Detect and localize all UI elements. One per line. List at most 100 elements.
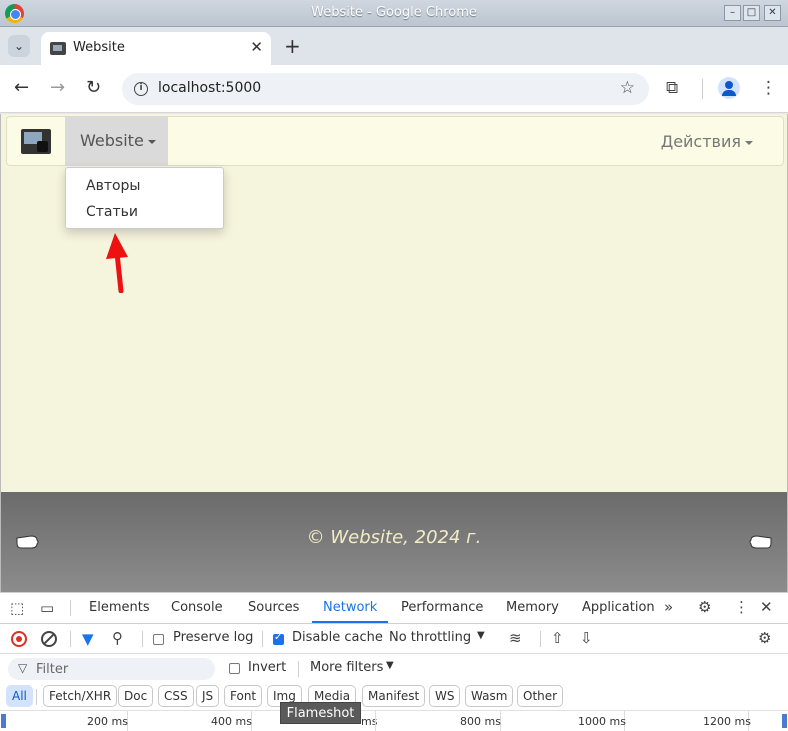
toolbar-separator	[298, 661, 299, 677]
export-har-icon[interactable]: ⇩	[580, 629, 593, 647]
record-stop-icon[interactable]	[11, 631, 27, 647]
menu-kebab-icon[interactable]: ⋮	[760, 78, 777, 98]
new-tab-button[interactable]: +	[284, 34, 301, 58]
disable-cache-checkbox[interactable]	[273, 632, 284, 645]
inspect-element-icon[interactable]: ⬚	[10, 599, 24, 617]
site-footer: © Website, 2024 г.	[1, 492, 787, 592]
pointing-hand-right-icon	[749, 535, 772, 549]
tick-label: 200 ms	[87, 715, 128, 728]
tab-network[interactable]: Network	[323, 600, 377, 615]
network-overview-timeline[interactable]: 200 ms 400 ms ms 800 ms 1000 ms 1200 ms …	[0, 702, 788, 731]
bookmark-star-icon[interactable]: ☆	[620, 78, 635, 98]
flameshot-overlay-label: Flameshot	[280, 702, 361, 724]
website-menu-label: Website	[80, 131, 144, 150]
tab-sources[interactable]: Sources	[248, 600, 299, 615]
browser-tab[interactable]: Website ✕	[41, 32, 271, 65]
browser-toolbar: ← → ↻ i localhost:5000 ☆ ⧉ ⋮	[0, 65, 788, 113]
type-filter-doc[interactable]: Doc	[118, 685, 154, 707]
tab-application[interactable]: Application	[582, 600, 655, 615]
tab-title: Website	[73, 40, 125, 55]
website-dropdown-menu: Авторы Статьи	[65, 167, 224, 229]
throttling-select[interactable]: No throttling	[389, 630, 471, 645]
actions-menu-label: Действия	[660, 132, 741, 151]
tab-console[interactable]: Console	[171, 600, 223, 615]
red-arrow-annotation	[106, 233, 128, 293]
caret-down-icon	[745, 140, 753, 145]
type-filter-other[interactable]: Other	[517, 685, 564, 707]
network-settings-gear-icon[interactable]: ⚙	[758, 629, 771, 647]
device-toolbar-icon[interactable]: ▭	[40, 599, 54, 617]
filter-input[interactable]: ▽ Filter	[8, 658, 215, 680]
close-window-button[interactable]: ✕	[764, 5, 781, 21]
type-filter-row: All Fetch/XHR Doc CSS JS Font Img Media …	[0, 684, 788, 710]
clear-log-icon[interactable]	[41, 631, 57, 647]
toolbar-separator	[540, 631, 541, 647]
filter-funnel-icon: ▽	[18, 661, 28, 675]
type-filter-fetch-xhr[interactable]: Fetch/XHR	[43, 685, 118, 707]
window-title: Website - Google Chrome	[311, 5, 477, 20]
brand-logo-icon[interactable]	[21, 129, 51, 154]
filter-placeholder: Filter	[36, 662, 69, 677]
site-navbar: Website Действия	[6, 116, 784, 166]
preserve-log-label: Preserve log	[173, 630, 254, 645]
settings-gear-icon[interactable]: ⚙	[698, 598, 711, 616]
page-viewport: Website Действия Авторы Статьи © Website…	[0, 114, 788, 592]
devtools-close-icon[interactable]: ✕	[760, 598, 773, 616]
actions-dropdown-toggle[interactable]: Действия	[661, 132, 753, 151]
chip-separator	[36, 689, 37, 705]
active-tab-indicator	[312, 621, 388, 623]
type-filter-js[interactable]: JS	[196, 685, 220, 707]
toolbar-separator	[70, 631, 71, 647]
tick-line	[375, 711, 376, 731]
footer-copyright: © Website, 2024 г.	[306, 527, 482, 548]
toolbar-divider	[702, 79, 703, 99]
network-toolbar: ▼ ⚲ Preserve log Disable cache No thrott…	[0, 624, 788, 654]
search-icon[interactable]: ⚲	[112, 629, 123, 647]
type-filter-font[interactable]: Font	[224, 685, 263, 707]
tab-search-button[interactable]: ⌄	[8, 35, 30, 57]
url-text[interactable]: localhost:5000	[158, 80, 261, 96]
website-favicon-icon	[50, 42, 66, 55]
tick-label: 1200 ms	[703, 715, 751, 728]
more-filters-dropdown[interactable]: More filters	[310, 660, 383, 675]
type-filter-wasm[interactable]: Wasm	[465, 685, 514, 707]
throttling-chevron-icon[interactable]: ▼	[477, 630, 485, 641]
tab-performance[interactable]: Performance	[401, 600, 483, 615]
devtools-menu-icon[interactable]: ⋮	[734, 598, 749, 616]
invert-label: Invert	[248, 660, 287, 675]
back-button[interactable]: ←	[14, 77, 29, 98]
dropdown-item-articles[interactable]: Статьи	[86, 204, 138, 220]
timeline-left-handle[interactable]	[1, 714, 6, 728]
network-conditions-wifi-icon[interactable]: ≋	[509, 629, 522, 647]
type-filter-manifest[interactable]: Manifest	[362, 685, 426, 707]
tab-elements[interactable]: Elements	[89, 600, 150, 615]
maximize-button[interactable]: □	[743, 5, 760, 21]
more-filters-chevron-icon[interactable]: ▼	[386, 660, 394, 671]
tab-memory[interactable]: Memory	[506, 600, 559, 615]
import-har-icon[interactable]: ⇧	[551, 629, 564, 647]
disable-cache-label: Disable cache	[292, 630, 383, 645]
preserve-log-checkbox[interactable]	[153, 634, 164, 645]
tick-label: 400 ms	[211, 715, 252, 728]
type-filter-ws[interactable]: WS	[429, 685, 461, 707]
type-filter-all[interactable]: All	[6, 685, 33, 707]
timeline-right-handle[interactable]	[782, 714, 787, 728]
tick-label: 1000 ms	[578, 715, 626, 728]
forward-button[interactable]: →	[50, 77, 65, 98]
filter-row: ▽ Filter Invert More filters ▼	[0, 654, 788, 684]
type-filter-css[interactable]: CSS	[158, 685, 194, 707]
site-info-icon[interactable]: i	[134, 82, 148, 96]
tab-close-icon[interactable]: ✕	[250, 38, 263, 56]
window-titlebar: Website - Google Chrome – □ ✕	[0, 0, 788, 27]
extensions-icon[interactable]: ⧉	[666, 78, 678, 98]
invert-checkbox[interactable]	[229, 663, 240, 674]
dropdown-item-authors[interactable]: Авторы	[86, 178, 141, 194]
address-bar[interactable]: i localhost:5000 ☆	[122, 73, 649, 105]
more-tabs-icon[interactable]: »	[664, 598, 673, 616]
minimize-button[interactable]: –	[724, 5, 741, 21]
reload-button[interactable]: ↻	[86, 77, 101, 98]
filter-funnel-icon[interactable]: ▼	[82, 630, 94, 648]
website-dropdown-toggle[interactable]: Website	[65, 116, 168, 166]
profile-avatar[interactable]	[718, 77, 740, 99]
caret-down-icon	[147, 139, 156, 144]
